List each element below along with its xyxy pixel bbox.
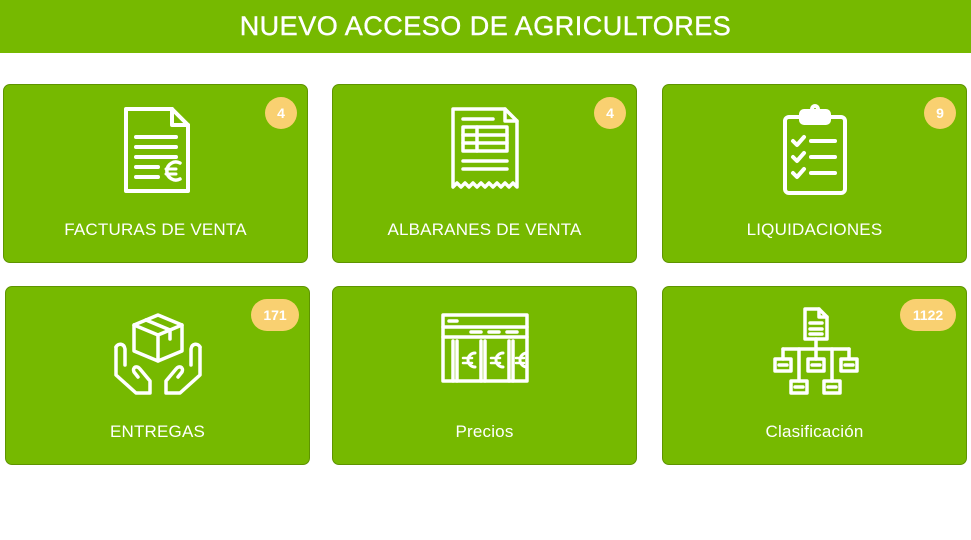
tile-albaranes-de-venta[interactable]: 4 ALBARANES DE VENTA [332, 84, 637, 263]
tile-label: ENTREGAS [109, 422, 206, 441]
tile-label: FACTURAS DE VENTA [64, 220, 247, 239]
hierarchy-document-icon [767, 305, 863, 401]
tile-label: ALBARANES DE VENTA [387, 220, 582, 239]
clipboard-checklist-icon [767, 103, 863, 199]
price-table-euro-icon [437, 305, 533, 401]
tile-precios[interactable]: Precios [332, 286, 637, 465]
invoice-euro-icon [108, 103, 204, 199]
tile-entregas[interactable]: 171 ENTREGAS [5, 286, 310, 465]
tile-facturas-de-venta[interactable]: 4 FACTURAS DE VENTA [3, 84, 308, 263]
count-badge: 171 [251, 299, 299, 331]
count-badge: 9 [924, 97, 956, 129]
page-title: NUEVO ACCESO DE AGRICULTORES [239, 11, 732, 41]
count-badge: 1122 [900, 299, 956, 331]
tile-label: LIQUIDACIONES [746, 220, 883, 239]
page-header: NUEVO ACCESO DE AGRICULTORES [0, 0, 971, 53]
tile-label: Clasificación [765, 422, 864, 441]
tile-label: Precios [455, 422, 514, 441]
count-badge: 4 [594, 97, 626, 129]
tile-clasificacion[interactable]: 1122 Clasificación [662, 286, 967, 465]
box-hands-icon [110, 305, 206, 401]
delivery-note-receipt-icon [437, 103, 533, 199]
count-badge: 4 [265, 97, 297, 129]
tile-liquidaciones[interactable]: 9 LIQUIDACIONES [662, 84, 967, 263]
